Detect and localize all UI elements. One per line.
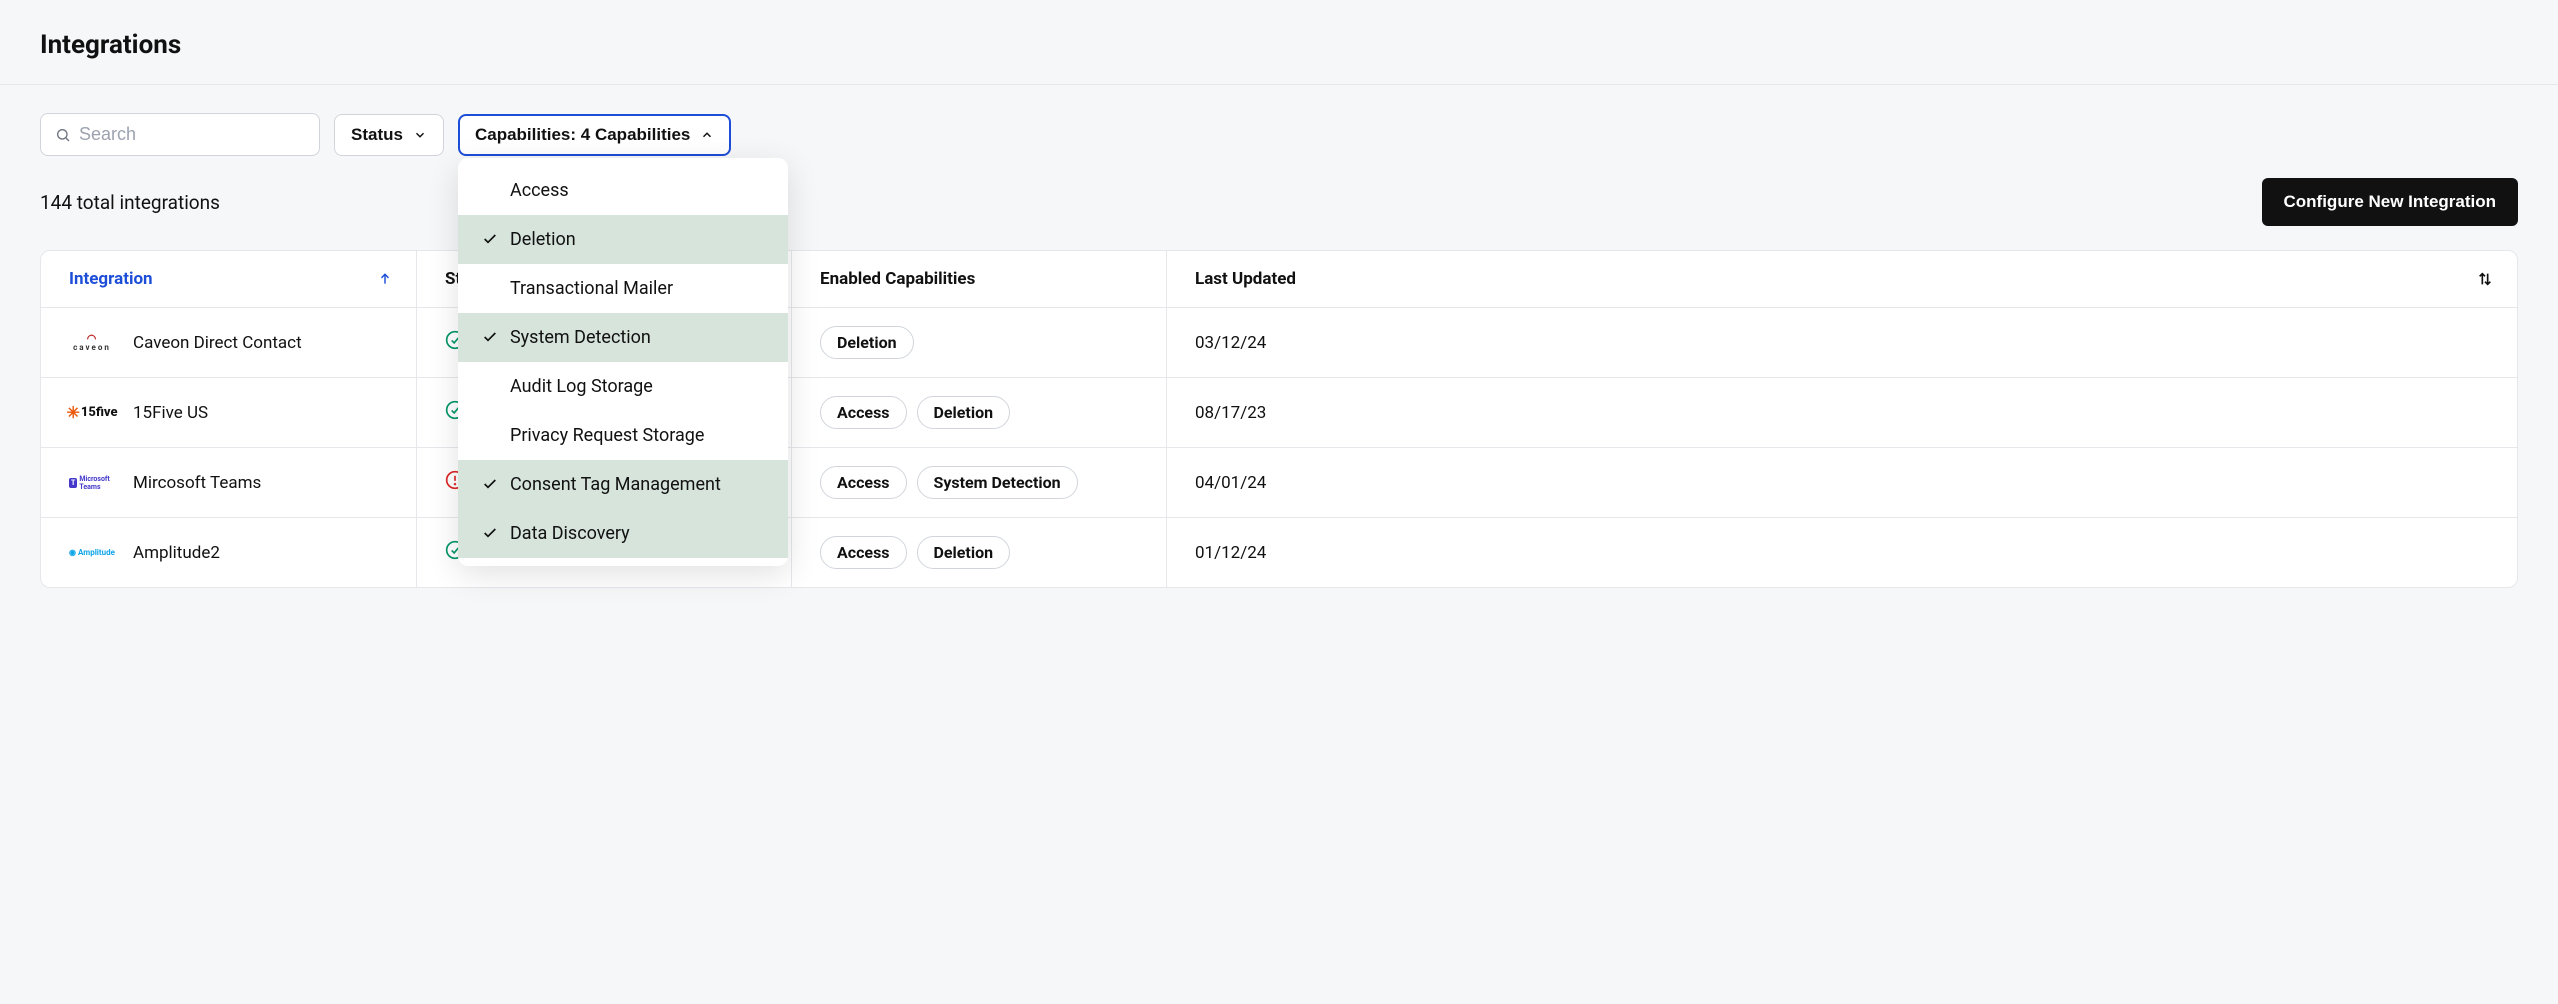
table-row[interactable]: ◉ Amplitude Amplitude2 Access Deletion 01/12… <box>41 518 2517 587</box>
column-header-integration[interactable]: Integration <box>41 251 416 308</box>
capabilities-dropdown-item[interactable]: Privacy Request Storage <box>458 411 788 460</box>
capability-chip: Access <box>820 396 907 429</box>
dropdown-item-label: Access <box>510 180 569 201</box>
chevron-up-icon <box>700 128 714 142</box>
capability-chip: Access <box>820 466 907 499</box>
capabilities-dropdown-item[interactable]: Audit Log Storage <box>458 362 788 411</box>
capabilities-dropdown-item[interactable]: System Detection <box>458 313 788 362</box>
filters-toolbar: Status Capabilities: 4 Capabilities <box>0 85 2558 156</box>
capabilities-dropdown-item[interactable]: Access <box>458 166 788 215</box>
capabilities-dropdown-item[interactable]: Deletion <box>458 215 788 264</box>
dropdown-item-label: System Detection <box>510 327 651 348</box>
status-filter-label: Status <box>351 125 403 145</box>
last-updated-cell: 08/17/23 <box>1166 378 2517 448</box>
capabilities-dropdown[interactable]: Access Deletion Transactional Mailer System… <box>458 158 788 566</box>
search-input[interactable] <box>79 124 311 145</box>
integration-logo: ◉ Amplitude <box>69 539 115 567</box>
dropdown-item-label: Data Discovery <box>510 523 630 544</box>
capability-chip: Access <box>820 536 907 569</box>
check-icon <box>482 525 500 541</box>
search-icon <box>55 127 71 143</box>
last-updated-cell: 01/12/24 <box>1166 518 2517 587</box>
integration-name: Amplitude2 <box>133 543 220 563</box>
integration-name: Mircosoft Teams <box>133 473 261 493</box>
table-row[interactable]: ✳15five 15Five US Access Deletion 08/17/23 <box>41 378 2517 448</box>
capability-chip: Deletion <box>820 326 914 359</box>
page-title: Integrations <box>40 30 2518 60</box>
configure-new-integration-button[interactable]: Configure New Integration <box>2262 178 2519 226</box>
sort-both-icon <box>2477 271 2493 287</box>
subbar: 144 total integrations Configure New Int… <box>0 156 2558 226</box>
integration-name: Caveon Direct Contact <box>133 333 302 353</box>
page-header: Integrations <box>0 0 2558 85</box>
dropdown-item-label: Consent Tag Management <box>510 474 721 495</box>
check-icon <box>482 329 500 345</box>
capabilities-dropdown-item[interactable]: Consent Tag Management <box>458 460 788 509</box>
dropdown-item-label: Deletion <box>510 229 576 250</box>
capability-chip: Deletion <box>917 396 1011 429</box>
dropdown-item-label: Audit Log Storage <box>510 376 653 397</box>
integration-logo: ◠caveon <box>69 329 115 357</box>
capability-chip: Deletion <box>917 536 1011 569</box>
integration-name: 15Five US <box>133 403 208 423</box>
column-header-enabled-capabilities[interactable]: Enabled Capabilities <box>791 251 1166 308</box>
dropdown-item-label: Transactional Mailer <box>510 278 673 299</box>
capabilities-dropdown-item[interactable]: Transactional Mailer <box>458 264 788 313</box>
last-updated-cell: 04/01/24 <box>1166 448 2517 518</box>
integrations-table-wrap: Integration Status Enabled Capabilities … <box>0 226 2558 588</box>
integration-logo: ✳15five <box>69 399 115 427</box>
capability-chip: System Detection <box>917 466 1078 499</box>
total-integrations-count: 144 total integrations <box>40 191 220 214</box>
last-updated-cell: 03/12/24 <box>1166 308 2517 378</box>
table-row[interactable]: TMicrosoft Teams Mircosoft Teams Access Sys… <box>41 448 2517 518</box>
integration-logo: TMicrosoft Teams <box>69 469 115 497</box>
column-header-last-updated[interactable]: Last Updated <box>1166 251 2517 308</box>
capabilities-filter-label: Capabilities: 4 Capabilities <box>475 125 690 145</box>
table-row[interactable]: ◠caveon Caveon Direct Contact Deletion 03/1… <box>41 308 2517 378</box>
check-icon <box>482 476 500 492</box>
dropdown-item-label: Privacy Request Storage <box>510 425 704 446</box>
integrations-table: Integration Status Enabled Capabilities … <box>40 250 2518 588</box>
search-box[interactable] <box>40 113 320 156</box>
chevron-down-icon <box>413 128 427 142</box>
capabilities-dropdown-item[interactable]: Data Discovery <box>458 509 788 558</box>
capabilities-filter[interactable]: Capabilities: 4 Capabilities <box>458 114 731 156</box>
status-filter[interactable]: Status <box>334 114 444 156</box>
sort-asc-icon <box>378 271 392 287</box>
check-icon <box>482 231 500 247</box>
